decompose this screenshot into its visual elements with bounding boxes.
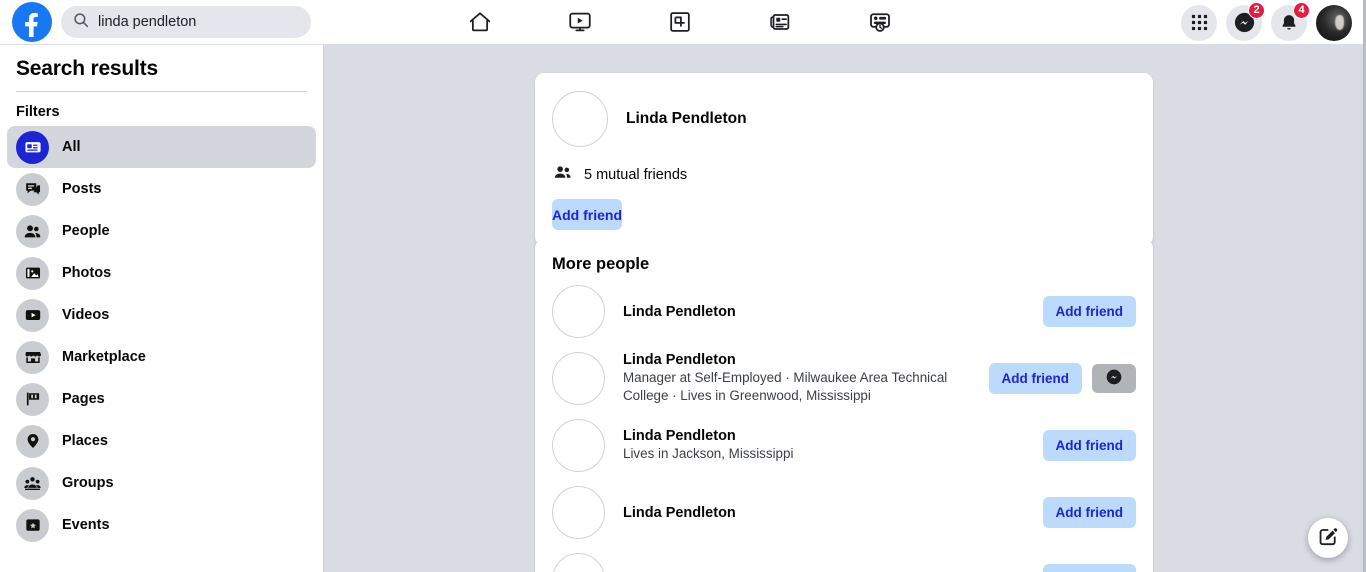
sidebar-item-people[interactable]: People: [7, 210, 316, 252]
person-name[interactable]: Linda Pendleton: [623, 505, 1025, 521]
groups-icon: [16, 466, 49, 500]
profile-photo-placeholder[interactable]: [552, 91, 608, 147]
add-friend-button[interactable]: Add friend: [552, 199, 622, 230]
sidebar-item-photos[interactable]: Photos: [7, 252, 316, 294]
people-icon: [16, 214, 49, 248]
mutual-friends-row: 5 mutual friends: [535, 147, 1153, 185]
person-subtitle: Manager at Self-Employed · Milwaukee Are…: [623, 370, 948, 403]
person-subtitle: Lives in Jackson, Mississippi: [623, 446, 794, 462]
sidebar-item-label: Places: [62, 433, 108, 449]
add-friend-button[interactable]: Add friend: [1042, 296, 1136, 327]
add-friend-button[interactable]: Add friend: [1042, 564, 1136, 572]
videos-icon: [16, 298, 49, 332]
filters-label: Filters: [16, 104, 60, 120]
row-actions: Add friend: [988, 363, 1136, 394]
sidebar-item-label: Photos: [62, 265, 112, 281]
add-friend-button[interactable]: Add friend: [1042, 430, 1136, 461]
search-input[interactable]: linda pendleton: [61, 6, 311, 38]
row-actions: Add friend: [1042, 564, 1136, 572]
list-item[interactable]: Linda Pendleton Add friend: [535, 479, 1153, 546]
add-friend-button[interactable]: Add friend: [1042, 497, 1136, 528]
grid-menu-icon[interactable]: [1181, 4, 1217, 41]
messenger-icon[interactable]: 2: [1226, 1, 1265, 41]
row-actions: Add friend: [1042, 497, 1136, 528]
marketplace-icon: [16, 340, 49, 374]
person-info: Linda Pendleton: [623, 304, 1025, 320]
primary-result-name[interactable]: Linda Pendleton: [626, 110, 747, 128]
sidebar-item-videos[interactable]: Videos: [7, 294, 316, 336]
top-navigation-bar: linda pendleton 2 4: [0, 0, 1366, 45]
nav-home-icon[interactable]: [453, 2, 507, 42]
more-people-title: More people: [552, 255, 650, 273]
list-item[interactable]: Linda Pendleton Add friend: [535, 546, 1153, 572]
add-friend-button[interactable]: Add friend: [988, 363, 1082, 394]
sidebar-item-label: Videos: [62, 307, 110, 323]
message-button[interactable]: [1092, 364, 1136, 393]
nav-watch-video-icon[interactable]: [553, 2, 607, 42]
messenger-badge: 2: [1248, 1, 1265, 19]
person-name[interactable]: Linda Pendleton: [623, 304, 1025, 320]
topbar-right-group: 2 4: [1181, 0, 1352, 45]
messenger-icon: [1106, 369, 1122, 388]
sidebar-item-label: Pages: [62, 391, 105, 407]
avatar[interactable]: [1316, 4, 1352, 41]
sidebar-item-posts[interactable]: Posts: [7, 168, 316, 210]
search-filters-sidebar: Search results Filters All Posts People …: [0, 45, 324, 572]
create-post-fab[interactable]: [1308, 518, 1348, 558]
primary-result-header[interactable]: Linda Pendleton: [535, 73, 1153, 147]
nav-marketplace-icon[interactable]: [653, 2, 707, 42]
sidebar-item-pages[interactable]: Pages: [7, 378, 316, 420]
page-title: Search results: [16, 57, 158, 80]
list-item[interactable]: Linda Pendleton Manager at Self-Employed…: [535, 345, 1153, 412]
profile-photo-placeholder[interactable]: [552, 285, 605, 338]
sidebar-item-places[interactable]: Places: [7, 420, 316, 462]
sidebar-item-label: All: [62, 139, 81, 155]
sidebar-item-label: Events: [62, 517, 110, 533]
main-nav-tabs: [430, 0, 930, 44]
events-icon: [16, 508, 49, 542]
sidebar-item-label: Posts: [62, 181, 102, 197]
person-info: Linda Pendleton Manager at Self-Employed…: [623, 352, 971, 404]
friends-icon: [554, 165, 573, 185]
topbar-left-group: linda pendleton: [0, 2, 311, 42]
bell-notification-icon[interactable]: 4: [1271, 1, 1310, 41]
search-results-main: Linda Pendleton 5 mutual friends Add fri…: [324, 45, 1366, 572]
facebook-logo[interactable]: [12, 2, 52, 42]
all-results-icon: [16, 130, 49, 164]
more-people-card: More people Linda Pendleton Add friend L…: [535, 239, 1153, 572]
sidebar-item-label: Groups: [62, 475, 114, 491]
nav-news-pages-icon[interactable]: [753, 2, 807, 42]
profile-photo-placeholder[interactable]: [552, 419, 605, 472]
sidebar-item-events[interactable]: Events: [7, 504, 316, 546]
sidebar-item-groups[interactable]: Groups: [7, 462, 316, 504]
profile-photo-placeholder[interactable]: [552, 486, 605, 539]
mutual-friends-text: 5 mutual friends: [584, 167, 688, 183]
primary-result-card: Linda Pendleton 5 mutual friends Add fri…: [535, 73, 1153, 246]
list-item[interactable]: Linda Pendleton Lives in Jackson, Missis…: [535, 412, 1153, 479]
row-actions: Add friend: [1042, 296, 1136, 327]
nav-gaming-icon[interactable]: [853, 2, 907, 42]
compose-edit-icon: [1318, 526, 1338, 551]
notifications-badge: 4: [1293, 1, 1310, 19]
person-info: Linda Pendleton Lives in Jackson, Missis…: [623, 428, 1025, 463]
search-input-value: linda pendleton: [98, 14, 197, 30]
posts-icon: [16, 172, 49, 206]
facebook-search-results-page: linda pendleton 2 4 Search results Filte…: [0, 0, 1366, 572]
list-item[interactable]: Linda Pendleton Add friend: [535, 278, 1153, 345]
person-name[interactable]: Linda Pendleton: [623, 428, 1025, 444]
places-pin-icon: [16, 424, 49, 458]
pages-flag-icon: [16, 382, 49, 416]
sidebar-item-label: Marketplace: [62, 349, 146, 365]
profile-photo-placeholder[interactable]: [552, 352, 605, 405]
photos-icon: [16, 256, 49, 290]
sidebar-item-marketplace[interactable]: Marketplace: [7, 336, 316, 378]
person-name[interactable]: Linda Pendleton: [623, 352, 971, 368]
search-icon: [73, 12, 89, 33]
sidebar-item-all[interactable]: All: [7, 126, 316, 168]
row-actions: Add friend: [1042, 430, 1136, 461]
sidebar-item-label: People: [62, 223, 110, 239]
person-info: Linda Pendleton: [623, 505, 1025, 521]
profile-photo-placeholder[interactable]: [552, 553, 605, 572]
